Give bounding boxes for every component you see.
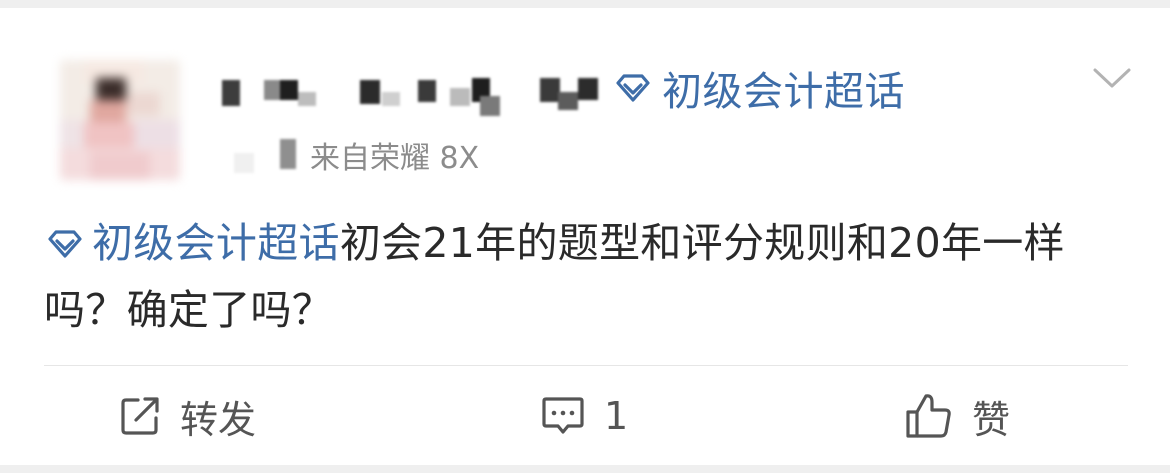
repost-label: 转发 xyxy=(180,397,257,442)
diamond-topic-icon xyxy=(48,230,82,258)
like-button[interactable]: 赞 xyxy=(904,385,1010,447)
post-meta: 来自荣耀 8X xyxy=(230,134,479,176)
post-topic-label: 初级会计超话 xyxy=(92,219,340,267)
comment-count: 1 xyxy=(604,394,629,438)
comment-button[interactable]: 1 xyxy=(540,385,628,447)
thumbs-up-icon xyxy=(906,394,951,438)
chevron-down-icon[interactable] xyxy=(1092,64,1132,92)
obscured-meta xyxy=(230,133,300,177)
username[interactable] xyxy=(218,72,608,120)
repost-icon xyxy=(121,397,159,435)
top-separator xyxy=(0,0,1170,8)
post-text: 初级会计超话初会21年的题型和评分规则和20年一样吗？确定了吗？ xyxy=(44,210,1134,344)
bottom-separator xyxy=(0,465,1170,473)
header-topic-label: 初级会计超话 xyxy=(662,69,905,115)
post-topic-link[interactable]: 初级会计超话 xyxy=(44,219,340,267)
repost-button[interactable]: 转发 xyxy=(118,385,256,447)
avatar[interactable] xyxy=(60,60,180,180)
header-topic-link[interactable]: 初级会计超话 xyxy=(612,62,905,115)
like-label: 赞 xyxy=(972,397,1011,442)
source-text: 来自荣耀 8X xyxy=(310,141,480,176)
divider xyxy=(44,365,1128,366)
diamond-topic-icon xyxy=(616,74,650,102)
comment-icon xyxy=(542,397,584,434)
